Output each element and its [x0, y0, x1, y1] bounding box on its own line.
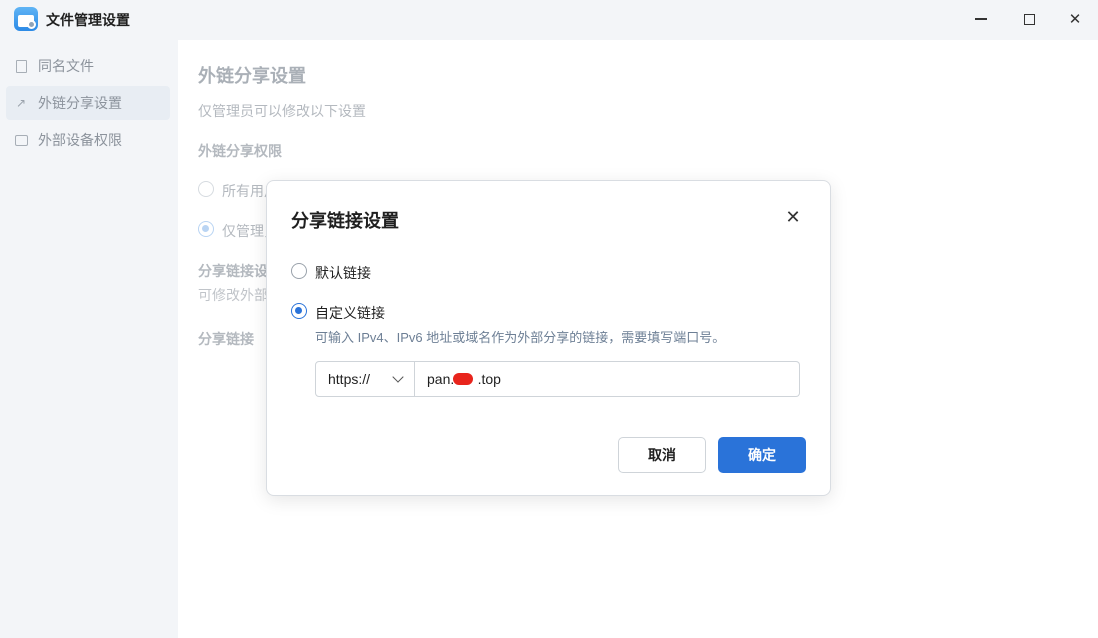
drive-icon: [14, 133, 28, 147]
close-icon: ✕: [1068, 11, 1082, 28]
confirm-button[interactable]: 确定: [718, 437, 806, 473]
protocol-select-value: https://: [328, 371, 371, 387]
page-title: 外链分享设置: [198, 66, 306, 86]
sidebar-item-same-name-files[interactable]: 同名文件: [6, 49, 170, 83]
radio-default-link[interactable]: [291, 263, 307, 279]
window-title: 文件管理设置: [46, 12, 130, 28]
share-link-settings-dialog: 分享链接设置 ✕ 默认链接 自定义链接 可输入 IPv4、IPv6 地址或域名作…: [266, 180, 831, 496]
sidebar-item-label: 外部设备权限: [38, 132, 122, 148]
link-settings-heading: 分享链接设: [198, 263, 268, 279]
sidebar-item-label: 同名文件: [38, 58, 94, 74]
app-icon: [14, 7, 38, 31]
link-settings-description: 可修改外部: [198, 287, 268, 303]
radio-all-users[interactable]: [198, 181, 214, 197]
window-close-button[interactable]: ✕: [1060, 6, 1090, 32]
minimize-icon: [975, 18, 987, 20]
sidebar-item-external-device-permissions[interactable]: 外部设备权限: [6, 123, 170, 157]
radio-custom-link-label[interactable]: 自定义链接: [315, 303, 385, 323]
sidebar-item-share-link-settings[interactable]: ↗ 外链分享设置: [6, 86, 170, 120]
custom-link-hint: 可输入 IPv4、IPv6 地址或域名作为外部分享的链接，需要填写端口号。: [315, 330, 726, 345]
dialog-close-button[interactable]: ✕: [783, 207, 803, 227]
protocol-select[interactable]: https://: [315, 361, 415, 397]
dialog-title: 分享链接设置: [291, 211, 399, 231]
radio-admin-only[interactable]: [198, 221, 214, 237]
redaction-mark: [453, 373, 473, 385]
maximize-icon: [1023, 13, 1035, 25]
radio-default-link-label[interactable]: 默认链接: [315, 263, 371, 283]
chevron-down-icon: [392, 371, 404, 383]
page-subtitle: 仅管理员可以修改以下设置: [198, 103, 366, 119]
sidebar: 同名文件 ↗ 外链分享设置 外部设备权限: [0, 40, 178, 638]
share-link-heading: 分享链接: [198, 331, 254, 347]
radio-custom-link[interactable]: [291, 303, 307, 319]
permission-heading: 外链分享权限: [198, 143, 282, 159]
title-bar: 文件管理设置 ✕: [0, 0, 1098, 40]
file-icon: [14, 59, 28, 73]
sidebar-item-label: 外链分享设置: [38, 95, 122, 111]
maximize-button[interactable]: [1014, 6, 1044, 32]
share-link-icon: ↗: [15, 96, 27, 110]
cancel-button[interactable]: 取消: [618, 437, 706, 473]
minimize-button[interactable]: [966, 6, 996, 32]
